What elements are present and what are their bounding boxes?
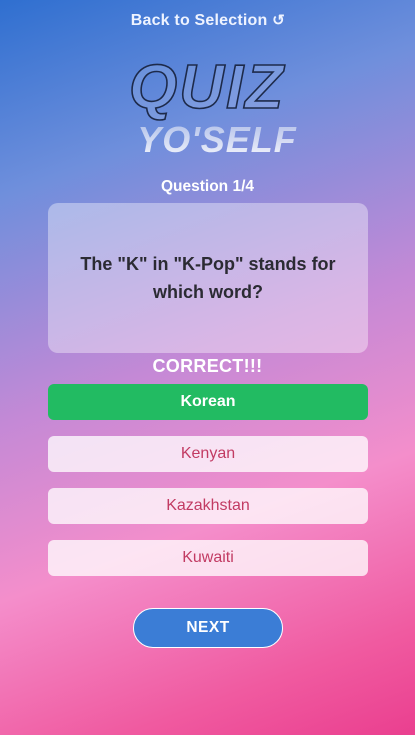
back-to-selection-link[interactable]: Back to Selection ↻ (0, 11, 415, 30)
answer-option-korean[interactable]: Korean (48, 384, 368, 420)
back-label: Back to Selection (130, 12, 268, 29)
logo-line-1: QUIZ (129, 56, 285, 122)
next-button[interactable]: NEXT (133, 608, 283, 648)
answer-option-kazakhstan[interactable]: Kazakhstan (48, 488, 368, 524)
question-counter: Question 1/4 (160, 178, 255, 195)
refresh-icon: ↻ (271, 12, 285, 29)
answer-feedback: CORRECT!!! (152, 356, 263, 376)
answer-option-kuwaiti[interactable]: Kuwaiti (48, 540, 368, 576)
question-text: The "K" in "K-Pop" stands for which word… (80, 254, 336, 302)
answer-option-kenyan[interactable]: Kenyan (48, 436, 368, 472)
quiz-yoself-logo: QUIZ YO'SELF (128, 56, 297, 160)
logo-line-2: YO'SELF (137, 119, 297, 160)
question-card: The "K" in "K-Pop" stands for which word… (48, 203, 368, 353)
